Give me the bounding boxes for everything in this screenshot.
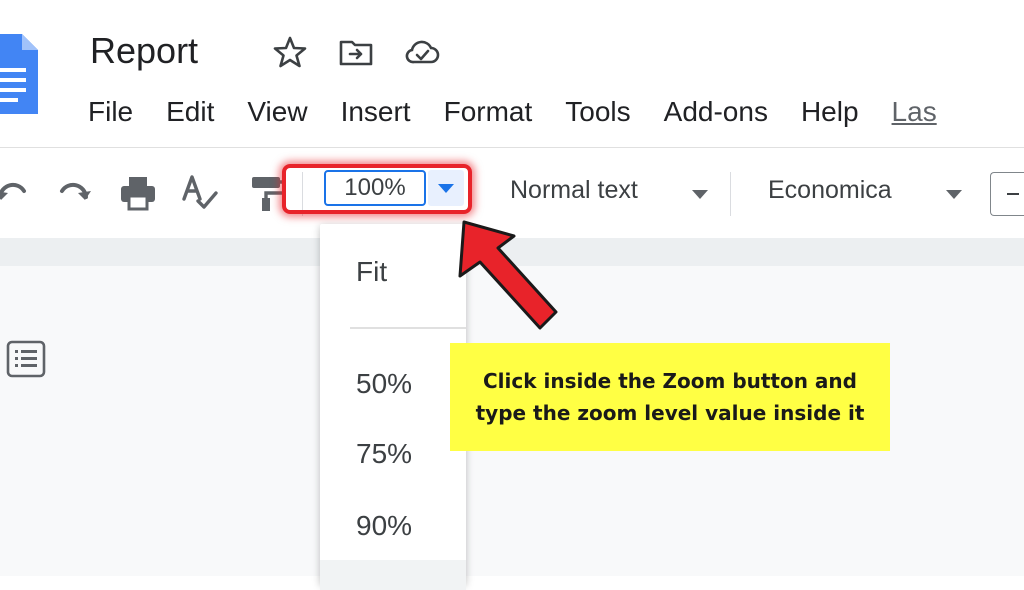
minus-icon <box>1007 193 1019 195</box>
zoom-option-50[interactable]: 50% <box>356 368 412 400</box>
font-size-decrease-button[interactable] <box>990 172 1024 216</box>
undo-icon[interactable] <box>0 173 32 213</box>
move-to-folder-icon[interactable] <box>338 34 374 70</box>
menu-format[interactable]: Format <box>444 92 550 132</box>
menu-edit[interactable]: Edit <box>166 92 231 132</box>
menu-view[interactable]: View <box>247 92 324 132</box>
toolbar-separator <box>730 172 731 216</box>
menu-help[interactable]: Help <box>801 92 876 132</box>
menu-file[interactable]: File <box>88 92 150 132</box>
chevron-down-icon[interactable] <box>692 190 708 199</box>
print-icon[interactable] <box>118 173 158 213</box>
google-docs-logo-icon[interactable] <box>0 34 38 114</box>
zoom-option-75[interactable]: 75% <box>356 438 412 470</box>
paint-format-icon[interactable] <box>246 173 286 213</box>
zoom-option-fit[interactable]: Fit <box>356 256 387 288</box>
document-outline-icon[interactable] <box>6 340 46 378</box>
pointer-arrow-icon <box>458 220 558 330</box>
spellcheck-icon[interactable] <box>180 173 220 213</box>
menu-add-ons[interactable]: Add-ons <box>664 92 785 132</box>
menu-bar: File Edit View Insert Format Tools Add-o… <box>88 92 970 132</box>
star-icon[interactable] <box>272 34 308 70</box>
menu-insert[interactable]: Insert <box>341 92 428 132</box>
paragraph-style-select[interactable]: Normal text <box>510 176 638 205</box>
instruction-callout: Click inside the Zoom button and type th… <box>450 343 890 451</box>
font-family-select[interactable]: Economica <box>768 176 892 205</box>
menu-tools[interactable]: Tools <box>565 92 647 132</box>
zoom-input[interactable]: 100% <box>324 170 426 206</box>
chevron-down-icon[interactable] <box>946 190 962 199</box>
redo-icon[interactable] <box>54 173 94 213</box>
zoom-dropdown-button[interactable] <box>428 170 464 206</box>
document-title[interactable]: Report <box>90 30 198 72</box>
chevron-down-icon <box>438 184 454 193</box>
zoom-option-90[interactable]: 90% <box>356 510 412 542</box>
cloud-status-icon[interactable] <box>404 34 440 70</box>
menu-item-hover[interactable] <box>320 560 466 590</box>
last-edit-link[interactable]: Las <box>892 92 954 132</box>
